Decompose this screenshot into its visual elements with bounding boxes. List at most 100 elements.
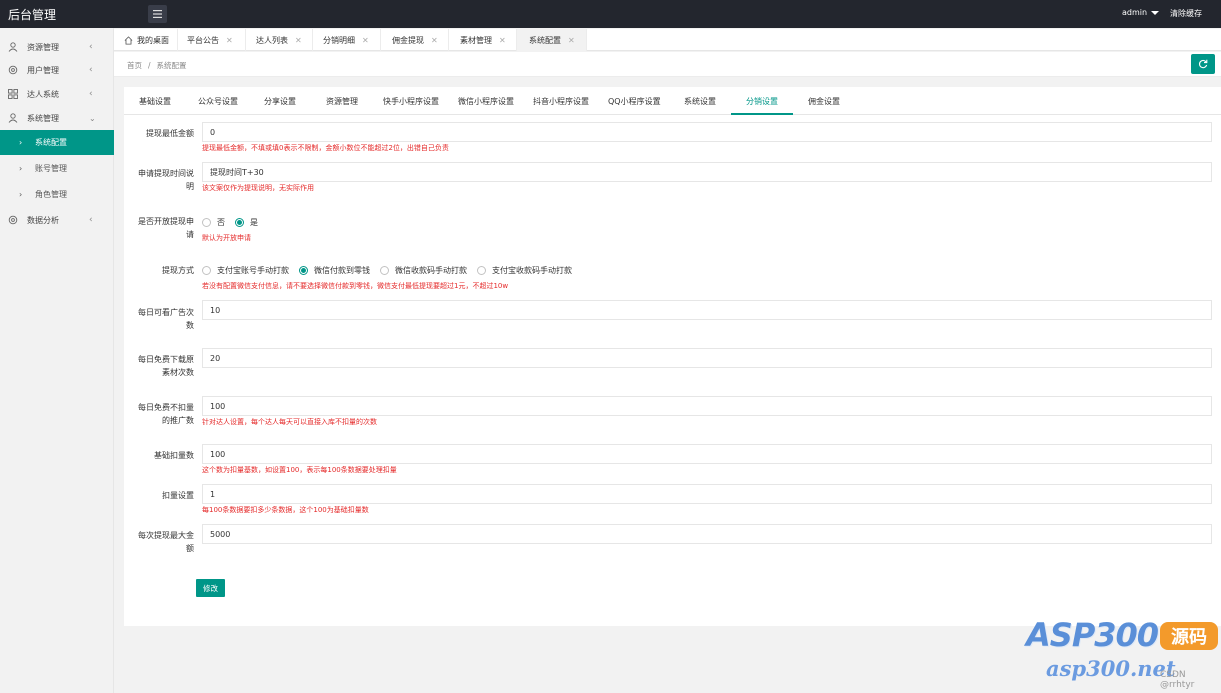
- refresh-button[interactable]: [1191, 54, 1215, 74]
- tab-commission[interactable]: 佣金提现 ✕: [381, 29, 449, 51]
- chevron-right-icon: ›: [19, 164, 23, 173]
- clear-cache-link[interactable]: 清除缓存: [1170, 8, 1202, 19]
- chevron-left-icon: ‹: [89, 215, 93, 225]
- sidebar-item-users[interactable]: 用户管理 ‹: [0, 58, 114, 82]
- radio-label: 否: [217, 218, 225, 227]
- sidebar-item-label: 用户管理: [27, 65, 59, 75]
- radio-label: 微信付款到零钱: [314, 266, 370, 275]
- daily-no-deduct-tip: 针对达人设置，每个达人每天可以直接入库不扣量的次数: [202, 418, 377, 426]
- watermark-domain: asp300.net: [1046, 656, 1176, 681]
- tab-wechat-mini[interactable]: 微信小程序设置: [458, 96, 514, 107]
- tab-commission-settings[interactable]: 佣金设置: [808, 96, 840, 107]
- withdraw-method-label: 提现方式: [162, 266, 194, 275]
- withdraw-method-radios: 支付宝账号手动打款 微信付款到零钱 微信收款码手动打款 支付宝收款码手动打款: [202, 265, 582, 276]
- user-icon: [8, 42, 18, 52]
- daily-downloads-input[interactable]: 20: [202, 348, 1212, 368]
- tab-label: 分销明细: [323, 35, 355, 45]
- chevron-left-icon: ‹: [89, 42, 93, 52]
- close-icon[interactable]: ✕: [499, 36, 506, 45]
- user-icon: [8, 113, 18, 123]
- radio-no[interactable]: 否: [202, 217, 225, 228]
- close-icon[interactable]: ✕: [226, 36, 233, 45]
- close-icon[interactable]: ✕: [431, 36, 438, 45]
- page-tabs: 我的桌面 平台公告 ✕ 达人列表 ✕ 分销明细 ✕ 佣金提现 ✕ 素材管理 ✕ 系统配置 ✕: [114, 29, 1221, 51]
- sidebar-subitem-roles[interactable]: › 角色管理: [0, 182, 114, 207]
- chevron-down-icon: ⌄: [89, 113, 96, 123]
- chevron-left-icon: ‹: [89, 65, 93, 75]
- radio-wechat-balance[interactable]: 微信付款到零钱: [299, 265, 370, 276]
- tab-distribution[interactable]: 分销明细 ✕: [313, 29, 381, 51]
- radio-wechat-qr[interactable]: 微信收款码手动打款: [380, 265, 467, 276]
- deduct-setting-label: 扣量设置: [162, 491, 194, 500]
- open-withdraw-radios: 否 是: [202, 217, 268, 228]
- tab-label: 系统配置: [529, 35, 561, 45]
- tab-label: 我的桌面: [137, 35, 169, 45]
- sidebar-subitem-system-config[interactable]: › 系统配置: [0, 130, 114, 155]
- radio-dot: [380, 266, 389, 275]
- daily-ads-input[interactable]: 10: [202, 300, 1212, 320]
- tab-announcements[interactable]: 平台公告 ✕: [178, 29, 246, 51]
- radio-dot: [235, 218, 244, 227]
- sidebar-item-label: 角色管理: [35, 190, 67, 199]
- tab-materials[interactable]: 素材管理 ✕: [449, 29, 517, 51]
- tab-label: 佣金提现: [392, 35, 424, 45]
- sidebar-item-label: 资源管理: [27, 42, 59, 52]
- max-withdraw-input[interactable]: 5000: [202, 524, 1212, 544]
- base-deduct-tip: 这个数为扣量基数，如设置100，表示每100条数据要处理扣量: [202, 466, 397, 474]
- radio-alipay-manual[interactable]: 支付宝账号手动打款: [202, 265, 289, 276]
- radio-yes[interactable]: 是: [235, 217, 258, 228]
- sidebar-item-resource[interactable]: 资源管理 ‹: [0, 35, 114, 59]
- sidebar-item-analytics[interactable]: 数据分析 ‹: [0, 208, 114, 232]
- tab-basic[interactable]: 基础设置: [139, 96, 171, 107]
- close-icon[interactable]: ✕: [568, 36, 575, 45]
- min-withdraw-input[interactable]: 0: [202, 122, 1212, 142]
- tab-qq-mini[interactable]: QQ小程序设置: [608, 96, 661, 107]
- close-icon[interactable]: ✕: [362, 36, 369, 45]
- chevron-right-icon: ›: [19, 138, 23, 147]
- withdraw-time-tip: 该文案仅作为提现说明，无实际作用: [202, 184, 314, 192]
- menu-toggle-button[interactable]: [148, 5, 167, 23]
- user-menu[interactable]: admin: [1122, 8, 1160, 17]
- tab-desktop[interactable]: 我的桌面: [114, 29, 178, 51]
- tab-distribution-settings[interactable]: 分销设置: [746, 96, 778, 107]
- sidebar-item-system[interactable]: 系统管理 ⌄: [0, 106, 114, 130]
- tab-official-account[interactable]: 公众号设置: [198, 96, 238, 107]
- tab-douyin[interactable]: 抖音小程序设置: [533, 96, 589, 107]
- sidebar-item-talent[interactable]: 达人系统 ‹: [0, 82, 114, 106]
- daily-no-deduct-label: 每日免费不扣量的推广数: [138, 403, 194, 425]
- open-withdraw-label: 是否开放提现申请: [138, 217, 194, 239]
- tab-talent-list[interactable]: 达人列表 ✕: [246, 29, 313, 51]
- close-icon[interactable]: ✕: [295, 36, 302, 45]
- base-deduct-input[interactable]: 100: [202, 444, 1212, 464]
- settings-tabs: 基础设置 公众号设置 分享设置 资源管理 快手小程序设置 微信小程序设置 抖音小…: [124, 87, 1221, 115]
- breadcrumb-current: 系统配置: [156, 61, 187, 70]
- hamburger-icon: [153, 10, 162, 18]
- deduct-setting-tip: 每100条数据要扣多少条数据，这个100为基础扣量数: [202, 506, 369, 514]
- submit-button[interactable]: 修改: [196, 579, 225, 597]
- breadcrumb-bar: 首页 / 系统配置: [114, 52, 1221, 77]
- tab-resource[interactable]: 资源管理: [326, 96, 358, 107]
- sidebar-subitem-accounts[interactable]: › 账号管理: [0, 156, 114, 181]
- settings-icon: [8, 215, 18, 225]
- breadcrumb-home[interactable]: 首页: [127, 61, 142, 70]
- base-deduct-label: 基础扣量数: [154, 451, 194, 460]
- tab-system[interactable]: 系统设置: [684, 96, 716, 107]
- withdraw-time-input[interactable]: 提现时间T+30: [202, 162, 1212, 182]
- sidebar-item-label: 系统配置: [35, 138, 67, 147]
- deduct-setting-input[interactable]: 1: [202, 484, 1212, 504]
- tab-share[interactable]: 分享设置: [264, 96, 296, 107]
- tab-label: 素材管理: [460, 35, 492, 45]
- daily-ads-label: 每日可看广告次数: [138, 308, 194, 330]
- daily-no-deduct-input[interactable]: 100: [202, 396, 1212, 416]
- tab-system-config[interactable]: 系统配置 ✕: [517, 29, 587, 51]
- radio-alipay-qr[interactable]: 支付宝收款码手动打款: [477, 265, 572, 276]
- sidebar-item-label: 账号管理: [35, 164, 67, 173]
- app-title: 后台管理: [8, 8, 57, 22]
- min-withdraw-tip: 提现最低金额，不填或填0表示不限制，金额小数位不能超过2位，出错自己负责: [202, 144, 449, 152]
- radio-label: 支付宝账号手动打款: [217, 266, 289, 275]
- tab-label: 达人列表: [256, 35, 288, 45]
- withdraw-time-label: 申请提现时间说明: [138, 169, 194, 191]
- min-withdraw-label: 提现最低金额: [146, 129, 194, 138]
- watermark: ASP300 源码 asp300.net CSDN @rrhtyr: [1026, 616, 1221, 693]
- tab-kuaishou[interactable]: 快手小程序设置: [383, 96, 439, 107]
